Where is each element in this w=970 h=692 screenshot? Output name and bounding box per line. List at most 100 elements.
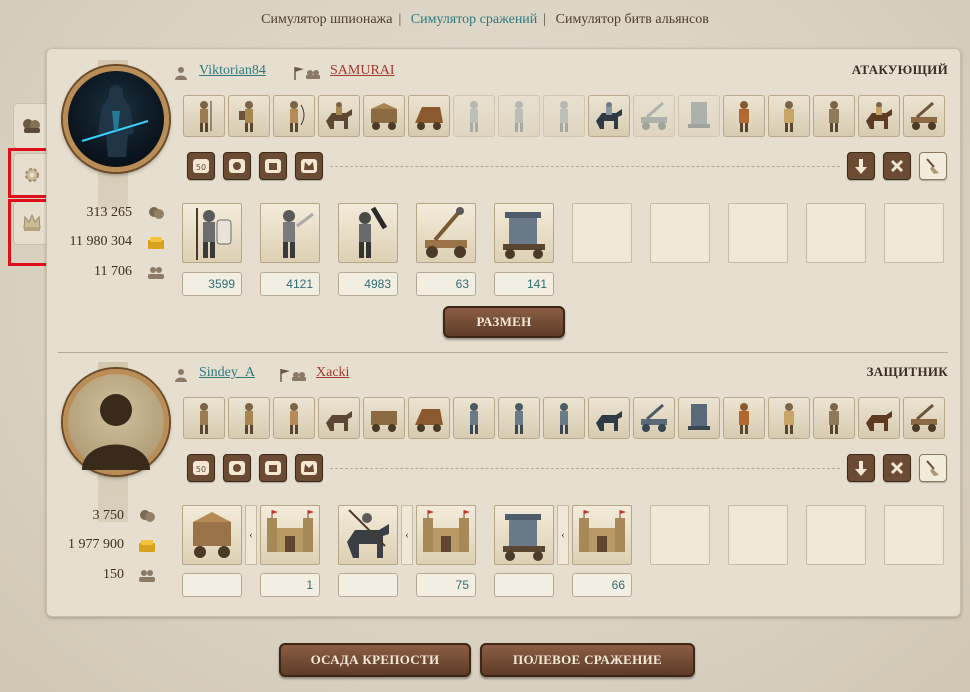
unit-trebuchet-icon[interactable]: [903, 397, 945, 439]
unit-crossbowman-icon[interactable]: [543, 95, 585, 137]
unit-heavy-cavalry-icon[interactable]: [588, 95, 630, 137]
unit-berserker-icon[interactable]: [723, 95, 765, 137]
nav-spy-simulator[interactable]: Симулятор шпионажа: [261, 12, 392, 28]
attacker-count-4[interactable]: 63: [416, 272, 476, 296]
unit-ram-icon[interactable]: [363, 397, 405, 439]
exchange-button[interactable]: РАЗМЕН: [443, 306, 565, 338]
defender-unit-slot-3[interactable]: [494, 505, 554, 565]
preset-elite-button[interactable]: [295, 152, 323, 180]
unit-siege-tower-icon[interactable]: [678, 95, 720, 137]
close-icon: [890, 461, 904, 475]
unit-catapult-icon[interactable]: [633, 95, 675, 137]
section-divider: [58, 352, 948, 353]
attacker-count-5[interactable]: 141: [494, 272, 554, 296]
unit-berserker-icon[interactable]: [723, 397, 765, 439]
preset-mixed-button[interactable]: [223, 454, 251, 482]
siege-group-icon: [265, 159, 281, 173]
unit-light-cavalry-icon[interactable]: [318, 95, 360, 137]
preset-infantry-button[interactable]: 50: [187, 152, 215, 180]
defender-target-count-1[interactable]: 1: [260, 573, 320, 597]
preset-mixed-button[interactable]: [223, 152, 251, 180]
user-icon: [174, 66, 192, 82]
attacker-preset-buttons: 50: [187, 152, 323, 180]
preset-siege-button[interactable]: [259, 454, 287, 482]
unit-trebuchet-icon[interactable]: [903, 95, 945, 137]
defender-target-count-2[interactable]: 75: [416, 573, 476, 597]
defender-unit-slot-1[interactable]: [182, 505, 242, 565]
unit-siege-tower-icon[interactable]: [678, 397, 720, 439]
unit-ram-icon[interactable]: [363, 95, 405, 137]
unit-templar-icon[interactable]: [768, 95, 810, 137]
gold-icon: [147, 235, 165, 251]
unit-catapult-icon[interactable]: [633, 397, 675, 439]
arrow-down-icon: [855, 461, 867, 476]
attacker-slot-8[interactable]: [728, 203, 788, 263]
nav-alliance-simulator[interactable]: Симулятор битв альянсов: [556, 12, 709, 28]
defender-slot-empty[interactable]: [650, 505, 710, 565]
defender-target-slot-2[interactable]: [416, 505, 476, 565]
attacker-slot-3[interactable]: [338, 203, 398, 263]
field-battle-button[interactable]: ПОЛЕВОЕ СРАЖЕНИЕ: [480, 643, 695, 677]
attacker-slot-1[interactable]: [182, 203, 242, 263]
unit-pikeman-icon[interactable]: [453, 397, 495, 439]
attacker-slot-5[interactable]: [494, 203, 554, 263]
preset-elite-button[interactable]: [295, 454, 323, 482]
attacker-slot-10[interactable]: [884, 203, 944, 263]
unit-pikeman-icon[interactable]: [453, 95, 495, 137]
defender-unit-count-3[interactable]: [494, 573, 554, 597]
siege-battle-button[interactable]: ОСАДА КРЕПОСТИ: [279, 643, 471, 677]
attacker-slot-7[interactable]: [650, 203, 710, 263]
attacker-username[interactable]: Viktorian84: [199, 63, 266, 79]
sweep-button[interactable]: [919, 152, 947, 180]
nav-battle-simulator[interactable]: Симулятор сражений: [411, 12, 538, 28]
attacker-slot-4[interactable]: [416, 203, 476, 263]
preset-siege-button[interactable]: [259, 152, 287, 180]
attacker-count-2[interactable]: 4121: [260, 272, 320, 296]
defender-username[interactable]: Sindey_A: [199, 365, 255, 381]
defender-slot-empty[interactable]: [806, 505, 866, 565]
attacker-count-3[interactable]: 4983: [338, 272, 398, 296]
unit-elite-cavalry-icon[interactable]: [858, 95, 900, 137]
defender-unit-count-1[interactable]: [182, 573, 242, 597]
unit-spearman-icon[interactable]: [183, 397, 225, 439]
unit-heavy-cavalry-icon[interactable]: [588, 397, 630, 439]
defender-unit-count-2[interactable]: [338, 573, 398, 597]
tab-troops[interactable]: [13, 103, 49, 149]
unit-guard-icon[interactable]: [498, 397, 540, 439]
unit-crossbowman-icon[interactable]: [543, 397, 585, 439]
unit-templar-icon[interactable]: [768, 397, 810, 439]
clear-button[interactable]: [883, 454, 911, 482]
defender-slot-empty[interactable]: [884, 505, 944, 565]
defender-target-slot-3[interactable]: [572, 505, 632, 565]
unit-guard-icon[interactable]: [498, 95, 540, 137]
unit-archer-icon[interactable]: [273, 95, 315, 137]
unit-champion-icon[interactable]: [813, 397, 855, 439]
sweep-button[interactable]: [919, 454, 947, 482]
attacker-slot-6[interactable]: [572, 203, 632, 263]
unit-light-cavalry-icon[interactable]: [318, 397, 360, 439]
defender-target-count-3[interactable]: 66: [572, 573, 632, 597]
attacker-count-1[interactable]: 3599: [182, 272, 242, 296]
defender-unit-slot-2[interactable]: [338, 505, 398, 565]
attacker-alliance[interactable]: SAMURAI: [330, 63, 395, 79]
user-icon: [174, 368, 192, 384]
unit-archer-icon[interactable]: [273, 397, 315, 439]
target-arrow-left-icon: ‹: [557, 505, 569, 565]
unit-swordsman-icon[interactable]: [228, 95, 270, 137]
defender-target-slot-1[interactable]: [260, 505, 320, 565]
unit-covered-ram-icon[interactable]: [408, 95, 450, 137]
clear-button[interactable]: [883, 152, 911, 180]
unit-swordsman-icon[interactable]: [228, 397, 270, 439]
preset-infantry-button[interactable]: 50: [187, 454, 215, 482]
unit-spearman-icon[interactable]: [183, 95, 225, 137]
unit-champion-icon[interactable]: [813, 95, 855, 137]
unit-covered-ram-icon[interactable]: [408, 397, 450, 439]
sort-down-button[interactable]: [847, 152, 875, 180]
sort-down-button[interactable]: [847, 454, 875, 482]
attacker-slot-9[interactable]: [806, 203, 866, 263]
attacker-slot-2[interactable]: [260, 203, 320, 263]
defender-alliance[interactable]: Xacki: [316, 365, 349, 381]
defender-slot-empty[interactable]: [728, 505, 788, 565]
unit-elite-cavalry-icon[interactable]: [858, 397, 900, 439]
defender-unit-selector: [183, 397, 945, 439]
